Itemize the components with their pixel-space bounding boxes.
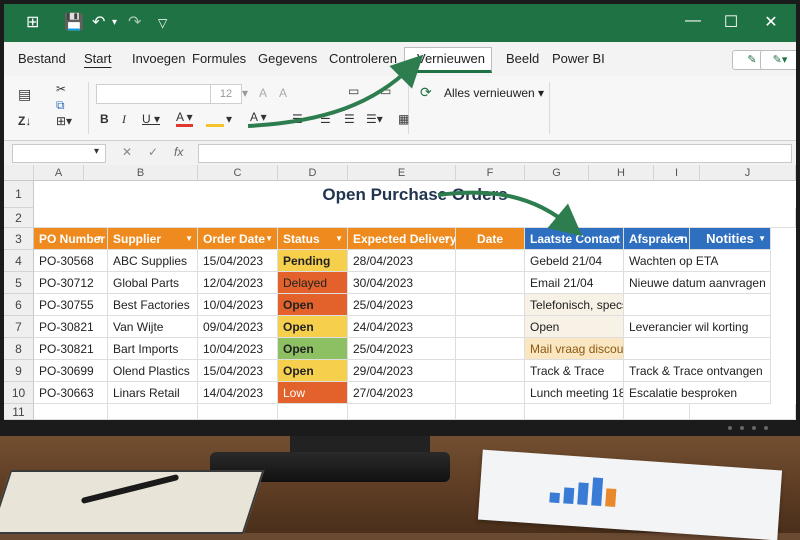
arrow-to-vernieuwen bbox=[247, 54, 424, 128]
notebook bbox=[0, 470, 265, 534]
arrow-to-contact-column bbox=[437, 190, 583, 237]
excel-window: ⊞ 💾 ↶ ▾ ↷ ▽ — ☐ ✕ Bestand Start Invoegen… bbox=[4, 4, 796, 420]
monitor-buttons bbox=[728, 426, 768, 430]
monitor: ⊞ 💾 ↶ ▾ ↷ ▽ — ☐ ✕ Bestand Start Invoegen… bbox=[0, 0, 800, 436]
annotation-arrows bbox=[247, 54, 583, 237]
